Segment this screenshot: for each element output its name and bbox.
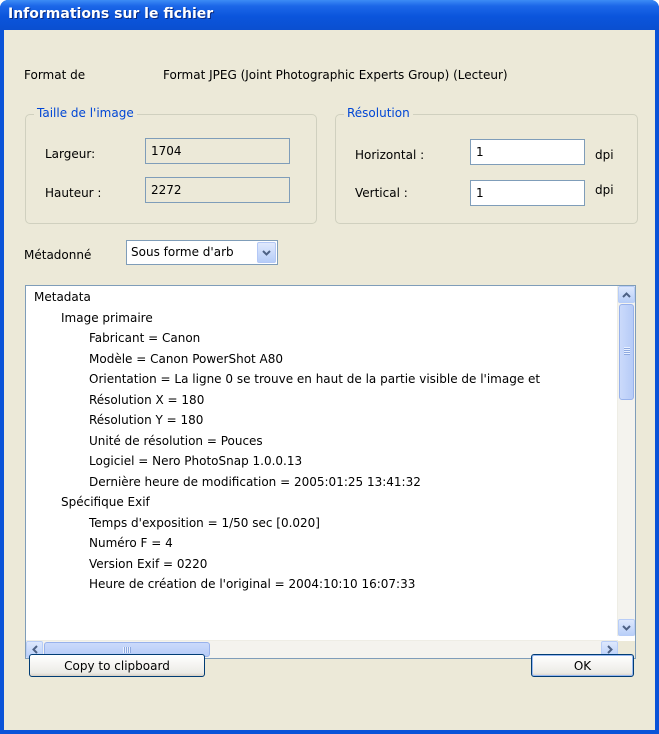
format-value: Format JPEG (Joint Photographic Experts … [163, 68, 508, 82]
format-label: Format de [24, 68, 86, 82]
tree-node[interactable]: Spécifique Exif [61, 495, 150, 509]
arrow-left-icon [31, 645, 38, 654]
tree-node[interactable]: Image primaire [61, 311, 153, 325]
vertical-resolution-input[interactable]: 1 [470, 180, 585, 206]
vertical-scroll-thumb[interactable] [619, 304, 634, 400]
ok-button[interactable]: OK [531, 654, 634, 677]
tree-node[interactable]: Orientation = La ligne 0 se trouve en ha… [89, 372, 540, 386]
dropdown-arrow-button[interactable] [257, 242, 276, 263]
tree-node[interactable]: Logiciel = Nero PhotoSnap 1.0.0.13 [89, 454, 302, 468]
arrow-down-icon [622, 624, 631, 631]
arrow-up-icon [622, 291, 631, 298]
tree-node[interactable]: Dernière heure de modification = 2005:01… [89, 475, 421, 489]
chevron-down-icon [262, 249, 271, 256]
horizontal-resolution-input[interactable]: 1 [470, 139, 585, 165]
height-field: 2272 [145, 177, 290, 203]
vertical-unit: dpi [595, 183, 614, 197]
image-size-group: Taille de l'image [25, 106, 317, 224]
title-bar[interactable]: Informations sur le fichier [0, 0, 659, 30]
tree-node[interactable]: Heure de création de l'original = 2004:1… [89, 577, 415, 591]
resolution-legend: Résolution [344, 106, 413, 120]
dialog-window: Informations sur le fichier Format de Fo… [0, 0, 659, 734]
tree-node[interactable]: Fabricant = Canon [89, 331, 200, 345]
metadata-view-value: Sous forme d'arb [131, 245, 234, 259]
metadata-label: Métadonné [24, 248, 92, 262]
tree-node[interactable]: Temps d'exposition = 1/50 sec [0.020] [89, 516, 320, 530]
tree-node[interactable]: Numéro F = 4 [89, 536, 173, 550]
tree-node[interactable]: Résolution Y = 180 [89, 413, 203, 427]
vertical-label: Vertical : [355, 186, 408, 200]
horizontal-label: Horizontal : [355, 148, 425, 162]
scroll-down-button[interactable] [618, 619, 635, 636]
metadata-tree[interactable]: Metadata Image primaire Fabricant = Canon M… [25, 285, 636, 659]
tree-node[interactable]: Version Exif = 0220 [89, 557, 207, 571]
metadata-tree-content: Metadata Image primaire Fabricant = Canon M… [26, 286, 612, 636]
tree-node[interactable]: Modèle = Canon PowerShot A80 [89, 352, 283, 366]
tree-node[interactable]: Metadata [34, 290, 91, 304]
vertical-scrollbar[interactable] [617, 286, 635, 636]
image-size-legend: Taille de l'image [34, 106, 137, 120]
horizontal-unit: dpi [595, 148, 614, 162]
copy-to-clipboard-button[interactable]: Copy to clipboard [29, 654, 205, 677]
metadata-view-select[interactable]: Sous forme d'arb [126, 240, 278, 265]
scroll-up-button[interactable] [618, 286, 635, 303]
arrow-right-icon [606, 645, 613, 654]
height-label: Hauteur : [45, 186, 102, 200]
width-label: Largeur: [45, 147, 96, 161]
window-title: Informations sur le fichier [8, 6, 214, 22]
width-field: 1704 [145, 138, 290, 164]
tree-node[interactable]: Unité de résolution = Pouces [89, 434, 263, 448]
dialog-body: Format de Format JPEG (Joint Photographi… [4, 30, 655, 730]
resolution-group: Résolution [335, 106, 638, 224]
tree-node[interactable]: Résolution X = 180 [89, 393, 204, 407]
